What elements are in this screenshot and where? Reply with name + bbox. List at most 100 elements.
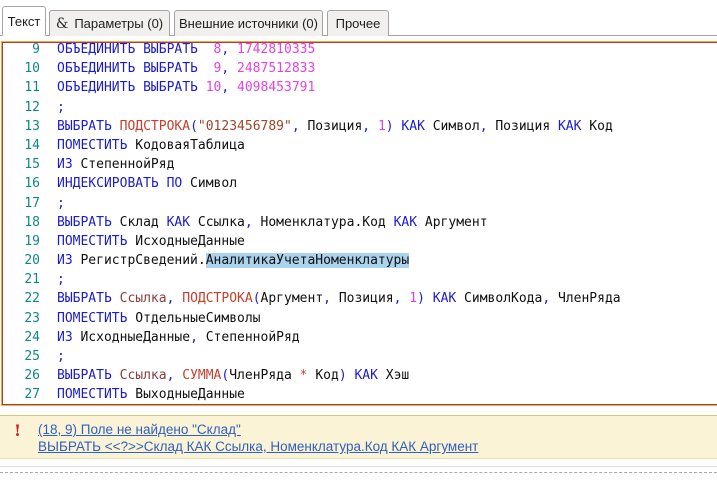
code-token-fld: Ссылка bbox=[119, 368, 167, 384]
code-line: 24 ИЗ ИсходныеДанные, СтепеннойРяд bbox=[3, 328, 717, 347]
error-message-link[interactable]: (18, 9) Поле не найдено "Склад" bbox=[38, 421, 478, 438]
code-token-pun: , bbox=[221, 42, 238, 57]
code-token-kw: КАК bbox=[166, 214, 191, 230]
tab-other-label: Прочее bbox=[335, 16, 381, 31]
code-token-pun: , bbox=[221, 61, 238, 77]
code-token-id: Позиция bbox=[307, 118, 363, 134]
code-line: 11 ОБЪЕДИНИТЬ ВЫБРАТЬ 10, 4098453791 bbox=[3, 78, 717, 97]
line-number: 24 bbox=[24, 329, 40, 345]
code-text: ОБЪЕДИНИТЬ ВЫБРАТЬ 8, 1742810335 bbox=[57, 42, 316, 59]
code-token-kw: ПОМЕСТИТЬ bbox=[57, 387, 128, 403]
code-line: 23 ПОМЕСТИТЬ ОтдельныеСимволы bbox=[3, 309, 717, 328]
code-token-pun: , bbox=[190, 329, 198, 345]
code-text: ПОМЕСТИТЬ ОтдельныеСимволы bbox=[57, 309, 261, 328]
code-token-kw: КАК bbox=[557, 118, 582, 134]
editor-error-border: 9 ОБЪЕДИНИТЬ ВЫБРАТЬ 8, 1742810335 10 ОБЪЕД… bbox=[2, 42, 717, 405]
line-number: 27 bbox=[24, 387, 40, 403]
code-token-kw: КАК bbox=[432, 291, 457, 307]
code-token-num: 1 bbox=[377, 118, 386, 134]
code-token-id bbox=[112, 368, 120, 383]
code-line: 18 ВЫБРАТЬ Склад КАК Ссылка, Номенклатура… bbox=[3, 213, 717, 232]
code-line: 26 ВЫБРАТЬ Ссылка, СУММА(ЧленРяда * Код) … bbox=[3, 366, 717, 385]
code-token-num: 2487512833 bbox=[237, 61, 316, 77]
code-token-num: 10 bbox=[205, 80, 222, 96]
code-token-id: РегистрСведений. bbox=[72, 253, 206, 269]
code-line: 27 ПОМЕСТИТЬ ВыходныеДанные bbox=[3, 385, 717, 404]
code-token-id: Склад bbox=[111, 214, 167, 230]
code-text: ВЫБРАТЬ Ссылка, ПОДСТРОКА(Аргумент, Пози… bbox=[57, 289, 621, 308]
code-token-num: 1742810335 bbox=[237, 42, 316, 57]
line-number: 17 bbox=[24, 195, 40, 211]
line-number: 22 bbox=[24, 291, 40, 307]
code-text: ПОМЕСТИТЬ ИсходныеДанные bbox=[57, 232, 245, 251]
error-query-fragment-link[interactable]: ВЫБРАТЬ <<?>>Склад КАК Ссылка, Номенклат… bbox=[38, 438, 478, 455]
code-token-kw: КАК bbox=[401, 118, 425, 134]
code-token-kw: ВЫБРАТЬ bbox=[57, 291, 112, 307]
code-token-pun: , bbox=[323, 291, 339, 307]
code-text: ; bbox=[57, 98, 65, 117]
line-number: 23 bbox=[24, 310, 40, 326]
code-token-id: СтепеннойРяд bbox=[197, 329, 300, 345]
code-token-id: Хэш bbox=[377, 368, 410, 384]
code-token-str: "0123456789" bbox=[197, 118, 292, 134]
code-token-kw: ОБЪЕДИНИТЬ ВЫБРАТЬ bbox=[57, 42, 198, 57]
tab-other[interactable]: Прочее bbox=[327, 10, 389, 36]
code-line: 21; bbox=[3, 270, 717, 289]
code-text: ВЫБРАТЬ Ссылка, СУММА(ЧленРяда * Код) КА… bbox=[57, 366, 409, 385]
code-token-pun: ; bbox=[57, 195, 65, 211]
tab-external-sources[interactable]: Внешние источники (0) bbox=[174, 10, 323, 36]
code-token-pun: ( bbox=[252, 291, 261, 307]
code-token-kw: ПОМЕСТИТЬ bbox=[57, 310, 128, 326]
tab-text-label: Текст bbox=[7, 13, 41, 29]
tab-strip: Текст & Параметры (0) Внешние источники … bbox=[0, 0, 717, 36]
code-token-pun: , bbox=[166, 291, 183, 307]
line-number: 14 bbox=[24, 137, 40, 153]
code-text: ВЫБРАТЬ ПОДСТРОКА("0123456789", Позиция,… bbox=[57, 117, 613, 136]
code-line: 17; bbox=[3, 194, 717, 213]
line-number: 12 bbox=[24, 99, 40, 115]
bottom-separator-line bbox=[0, 466, 717, 467]
code-line: 25; bbox=[3, 347, 717, 366]
tab-parameters[interactable]: & Параметры (0) bbox=[49, 10, 170, 36]
tab-parameters-label: Параметры (0) bbox=[74, 16, 164, 31]
code-token-kw: ИЗ bbox=[57, 329, 73, 345]
code-token-id bbox=[198, 80, 206, 95]
panel-splitter-handle[interactable] bbox=[0, 472, 717, 473]
code-token-kw: ИЗ bbox=[57, 157, 73, 173]
code-token-pun: , bbox=[393, 291, 410, 307]
code-token-id: Аргумент bbox=[260, 291, 324, 307]
code-token-id: Позиция bbox=[338, 291, 394, 307]
code-text: ОБЪЕДИНИТЬ ВЫБРАТЬ 9, 2487512833 bbox=[57, 59, 315, 78]
code-token-pun: ) bbox=[417, 291, 433, 307]
code-token-kw: ПОМЕСТИТЬ bbox=[57, 137, 128, 153]
query-text-editor[interactable]: 9 ОБЪЕДИНИТЬ ВЫБРАТЬ 8, 1742810335 10 ОБЪЕД… bbox=[1, 41, 717, 406]
tab-text[interactable]: Текст bbox=[2, 6, 46, 36]
code-token-pun: ) bbox=[385, 118, 402, 134]
error-message-list: (18, 9) Поле не найдено "Склад" ВЫБРАТЬ … bbox=[38, 421, 478, 455]
code-token-pun: , bbox=[221, 80, 238, 96]
code-token-num: 4098453791 bbox=[237, 80, 316, 96]
code-text: ; bbox=[57, 270, 65, 289]
code-line: 13 ВЫБРАТЬ ПОДСТРОКА("0123456789", Позици… bbox=[3, 117, 717, 136]
code-token-id: Позиция bbox=[487, 118, 558, 134]
tab-external-sources-label: Внешние источники (0) bbox=[179, 16, 318, 31]
code-token-num: 1 bbox=[409, 291, 418, 307]
line-number: 20 bbox=[24, 253, 40, 269]
code-token-pun: , bbox=[291, 118, 308, 134]
code-token-pun: ) bbox=[338, 368, 355, 384]
code-token-pun: , bbox=[362, 118, 378, 134]
code-token-kw: ИЗ bbox=[57, 253, 73, 269]
code-token-id: Символ bbox=[424, 118, 480, 134]
line-number: 9 bbox=[32, 42, 40, 57]
code-token-pun: ; bbox=[57, 272, 65, 288]
code-token-id: КодоваяТаблица bbox=[127, 137, 245, 153]
code-text: ИНДЕКСИРОВАТЬ ПО Символ bbox=[57, 174, 237, 193]
code-token-id bbox=[198, 61, 214, 76]
line-number: 15 bbox=[24, 157, 40, 173]
code-line: 9 ОБЪЕДИНИТЬ ВЫБРАТЬ 8, 1742810335 bbox=[3, 42, 717, 59]
code-text: ; bbox=[57, 347, 65, 366]
code-token-id: ЧленРяда bbox=[229, 368, 300, 384]
code-token-fn: ПОДСТРОКА bbox=[119, 118, 191, 134]
error-exclamation-icon: ! bbox=[14, 421, 22, 440]
code-token-id: Ссылка bbox=[190, 214, 245, 230]
